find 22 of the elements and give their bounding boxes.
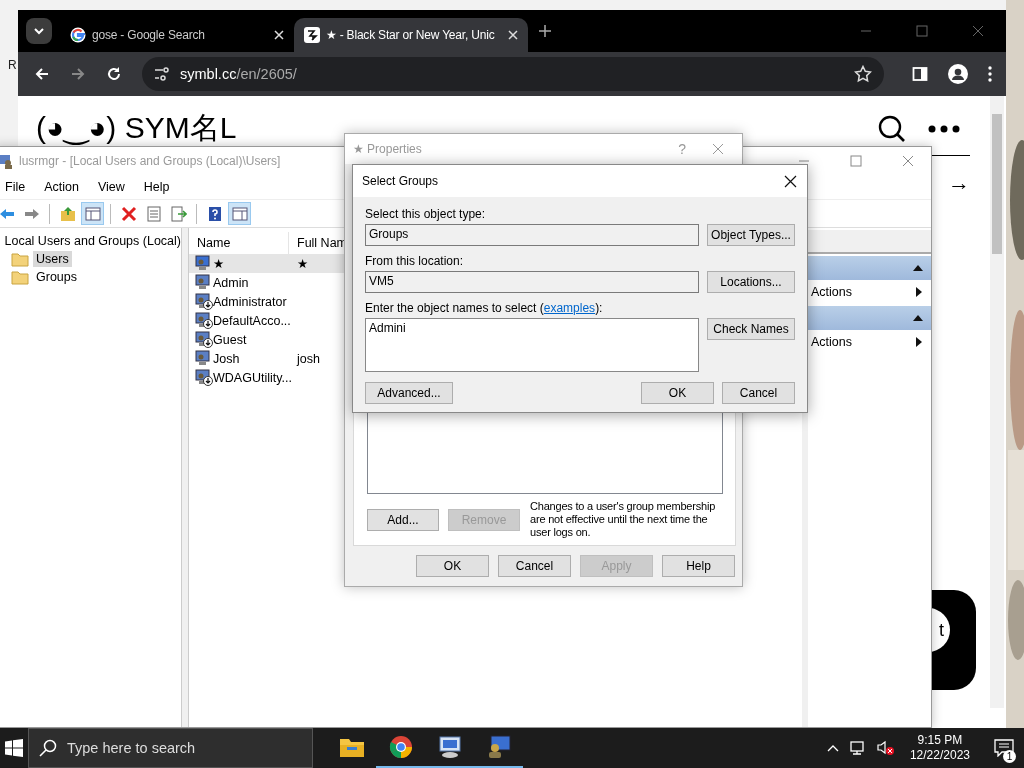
user-name: Josh: [213, 351, 241, 366]
user-name: Admin: [213, 275, 250, 290]
user-name: Administrator: [213, 294, 288, 309]
user-name: DefaultAcco...: [213, 313, 292, 328]
user-name: Guest: [213, 332, 248, 347]
url-text: symbl.cc/en/2605/: [180, 66, 297, 82]
field-label: Select this object type:: [365, 207, 487, 221]
full-name: ★: [297, 256, 309, 271]
full-name: josh: [297, 351, 320, 366]
dialog-title: ★ Properties: [353, 142, 422, 156]
time: 9:15 PM: [917, 733, 963, 748]
window-title: lusrmgr - [Local Users and Groups (Local)\Users]: [19, 154, 281, 168]
dialog-title: Select Groups: [362, 174, 439, 188]
location-field: VM5: [365, 271, 699, 293]
field-label: Enter the object names to select (examples):: [365, 301, 604, 315]
membership-note: Changes to a user's group membership are not effective until the next time the user logs on.: [530, 500, 717, 539]
object-type-field: Groups: [365, 224, 699, 246]
date: 12/22/2023: [909, 748, 970, 763]
user-name: ★: [213, 256, 226, 271]
notification-count: 1: [1003, 750, 1016, 763]
user-name: WDAGUtility...: [213, 370, 293, 385]
field-label: From this location:: [365, 254, 465, 268]
